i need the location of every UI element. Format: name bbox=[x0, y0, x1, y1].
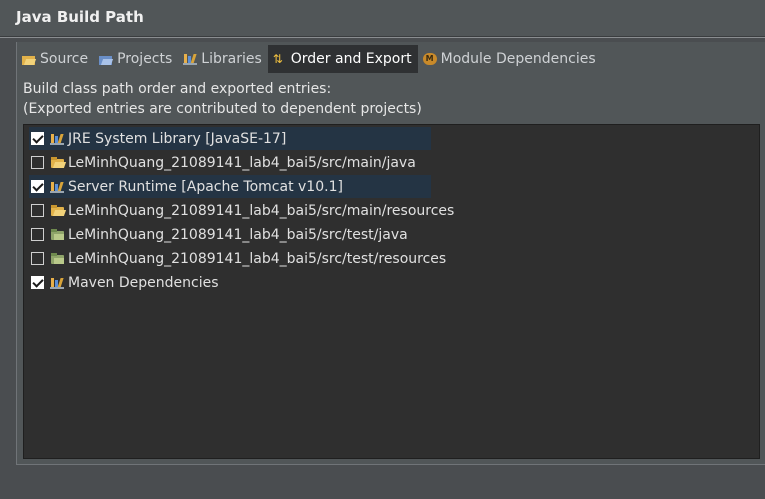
tab-libraries-label: Libraries bbox=[201, 51, 262, 67]
test-folder-icon bbox=[50, 252, 66, 265]
export-checkbox[interactable] bbox=[31, 276, 44, 289]
module-icon: M bbox=[422, 53, 437, 65]
library-icon bbox=[50, 180, 66, 193]
source-folder-icon bbox=[50, 156, 67, 169]
list-item[interactable]: Maven Dependencies bbox=[29, 271, 219, 294]
entry-label: LeMinhQuang_21089141_lab4_bai5/src/main/… bbox=[68, 202, 455, 219]
tab-source-label: Source bbox=[40, 51, 89, 67]
library-icon bbox=[50, 276, 66, 289]
entry-label: LeMinhQuang_21089141_lab4_bai5/src/main/… bbox=[68, 154, 416, 171]
list-item[interactable]: LeMinhQuang_21089141_lab4_bai5/src/test/… bbox=[29, 247, 446, 270]
entry-label: LeMinhQuang_21089141_lab4_bai5/src/test/… bbox=[68, 226, 408, 243]
tab-module-dependencies[interactable]: M Module Dependencies bbox=[418, 45, 602, 73]
projects-icon bbox=[99, 53, 114, 65]
test-folder-icon bbox=[50, 228, 66, 241]
title-bar: Java Build Path bbox=[0, 0, 765, 37]
title-separator bbox=[0, 37, 765, 38]
classpath-entries-list[interactable]: JRE System Library [JavaSE-17] LeMinhQua… bbox=[23, 124, 760, 459]
export-checkbox[interactable] bbox=[31, 228, 44, 241]
list-item[interactable]: LeMinhQuang_21089141_lab4_bai5/src/main/… bbox=[29, 199, 454, 222]
export-checkbox[interactable] bbox=[31, 156, 44, 169]
tab-order-and-export-label: Order and Export bbox=[290, 51, 412, 67]
entry-label: LeMinhQuang_21089141_lab4_bai5/src/test/… bbox=[68, 250, 447, 267]
tab-projects-label: Projects bbox=[117, 51, 173, 67]
description-line-1: Build class path order and exported entr… bbox=[23, 81, 332, 97]
tab-order-and-export[interactable]: ⇅ Order and Export bbox=[267, 45, 418, 73]
tab-projects[interactable]: Projects bbox=[94, 45, 178, 73]
entry-label: Maven Dependencies bbox=[68, 274, 219, 291]
description-line-2: (Exported entries are contributed to dep… bbox=[23, 101, 422, 117]
tab-bar: Source Projects Libraries ⇅ Order and Ex… bbox=[17, 45, 602, 73]
export-checkbox[interactable] bbox=[31, 204, 44, 217]
export-checkbox[interactable] bbox=[31, 132, 44, 145]
source-folder-icon bbox=[22, 53, 37, 65]
tab-libraries[interactable]: Libraries bbox=[178, 45, 267, 73]
tab-source[interactable]: Source bbox=[17, 45, 94, 73]
list-item[interactable]: Server Runtime [Apache Tomcat v10.1] bbox=[29, 175, 431, 198]
entry-label: Server Runtime [Apache Tomcat v10.1] bbox=[68, 178, 343, 195]
source-folder-icon bbox=[50, 204, 67, 217]
list-item[interactable]: LeMinhQuang_21089141_lab4_bai5/src/test/… bbox=[29, 223, 408, 246]
libraries-icon bbox=[183, 53, 198, 65]
library-icon bbox=[50, 132, 66, 145]
order-export-icon: ⇅ bbox=[272, 52, 283, 66]
list-item[interactable]: JRE System Library [JavaSE-17] bbox=[29, 127, 431, 150]
list-item[interactable]: LeMinhQuang_21089141_lab4_bai5/src/main/… bbox=[29, 151, 416, 174]
page-title: Java Build Path bbox=[16, 8, 144, 26]
tab-module-dependencies-label: Module Dependencies bbox=[440, 51, 596, 67]
export-checkbox[interactable] bbox=[31, 180, 44, 193]
entry-label: JRE System Library [JavaSE-17] bbox=[68, 130, 287, 147]
export-checkbox[interactable] bbox=[31, 252, 44, 265]
